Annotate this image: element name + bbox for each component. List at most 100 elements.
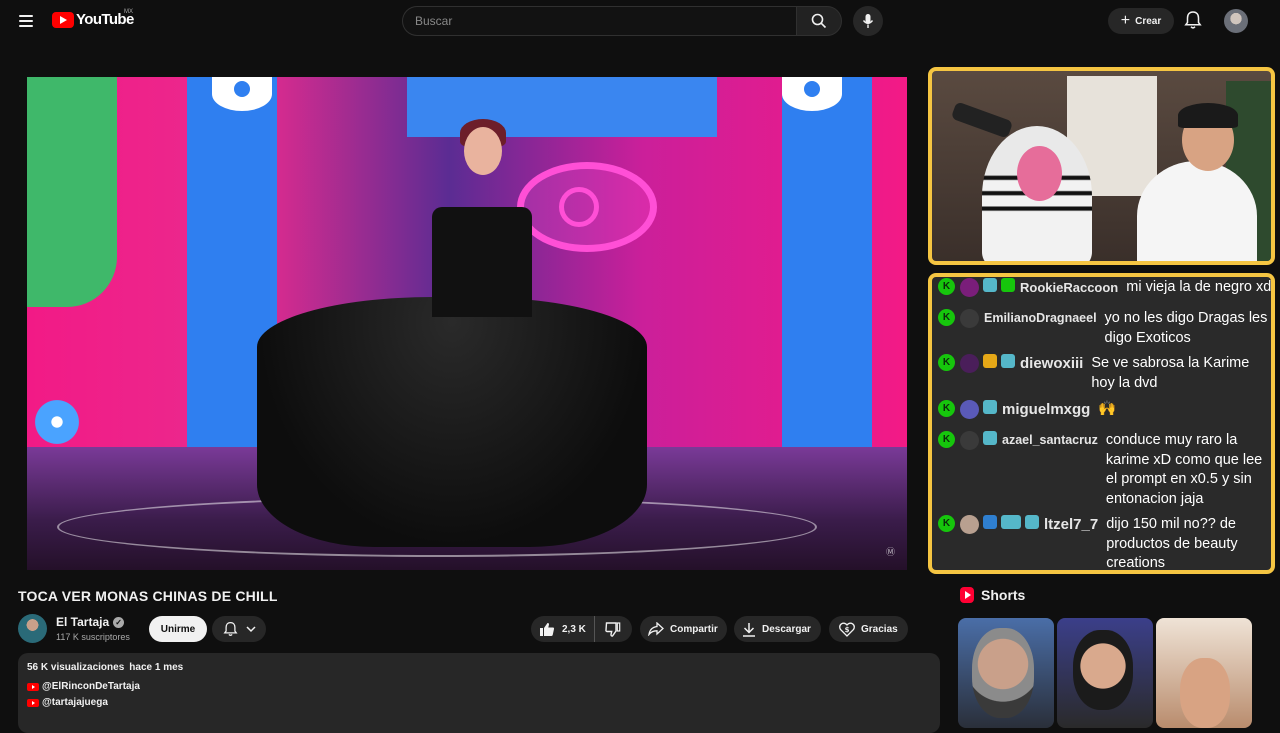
plus-icon: +	[1120, 12, 1131, 29]
thumbs-up-icon	[540, 622, 555, 636]
bell-icon	[222, 621, 238, 636]
description-link-label: @tartajajuega	[42, 697, 108, 708]
hammer-badge-icon	[983, 515, 997, 529]
subscriber-badge-icon	[1025, 515, 1039, 529]
chat-message: K ltzel7_7 dijo 150 mil no?? de producto…	[938, 515, 1271, 571]
download-button[interactable]: Descargar	[734, 616, 821, 642]
account-avatar[interactable]	[1224, 9, 1248, 33]
share-button[interactable]: Compartir	[640, 616, 727, 642]
chat-username: ltzel7_7	[1044, 516, 1099, 533]
menu-icon[interactable]	[12, 8, 40, 34]
download-icon	[743, 622, 755, 637]
stage-arch	[407, 77, 717, 137]
gift-badge-icon	[1001, 278, 1015, 292]
chat-text: mi vieja la de negro xd	[1126, 279, 1272, 295]
broadcast-watermark: Ⓜ︎	[885, 547, 895, 557]
description-link-label: @ElRinconDeTartaja	[42, 681, 140, 692]
share-label: Compartir	[670, 623, 718, 635]
kick-badge-icon: K	[938, 309, 955, 326]
webcam-view	[928, 67, 1275, 265]
kick-badge-icon: K	[938, 278, 955, 295]
channel-avatar[interactable]	[18, 614, 47, 643]
voice-search-button[interactable]	[853, 6, 883, 36]
chat-message: K RookieRaccoon mi vieja la de negro xd	[938, 278, 1272, 298]
search-bar	[402, 6, 842, 36]
upload-age: hace 1 mes	[129, 662, 184, 673]
cam-microphone	[950, 101, 1014, 139]
chat-text: 🙌	[1098, 401, 1117, 417]
subscriber-badge-icon	[983, 431, 997, 445]
chat-username: diewoxiii	[1020, 355, 1084, 372]
thanks-button[interactable]: $ Gracias	[829, 616, 908, 642]
chat-avatar	[960, 400, 979, 419]
stage-pillar-right	[782, 77, 872, 467]
description-meta: 56 K visualizaciones hace 1 mes	[27, 662, 931, 673]
description-link[interactable]: @ElRinconDeTartaja	[27, 681, 931, 692]
youtube-play-icon	[52, 11, 74, 28]
youtube-mini-icon	[27, 682, 39, 691]
chat-avatar	[960, 515, 979, 534]
host-dress-body	[432, 207, 532, 317]
kick-badge-icon: K	[938, 354, 955, 371]
like-dislike-group: 2,3 K	[531, 616, 632, 642]
chat-avatar	[960, 309, 979, 328]
decor-eye-left	[212, 77, 272, 111]
chat-username: RookieRaccoon	[1020, 280, 1119, 295]
download-label: Descargar	[762, 623, 811, 635]
chat-text: conduce muy raro la karime xD como que l…	[1105, 432, 1263, 507]
decor-eye-right	[782, 77, 842, 111]
chat-message: K diewoxiii Se ve sabrosa la Karime hoy …	[938, 354, 1261, 393]
short-thumbnail[interactable]	[1057, 618, 1153, 728]
shorts-title: Shorts	[981, 587, 1026, 603]
kick-badge-icon: K	[938, 431, 955, 448]
cam-hair-right	[1178, 103, 1238, 128]
create-button[interactable]: + Crear	[1108, 8, 1174, 34]
kick-badge-icon: K	[938, 515, 955, 532]
top-bar: YouTube MX + Crear	[0, 0, 1280, 42]
chat-username: azael_santacruz	[1002, 433, 1098, 447]
cam-face-left	[1017, 146, 1062, 201]
subscriber-count: 117 K suscriptores	[56, 632, 130, 642]
shorts-icon	[960, 587, 974, 603]
description-link[interactable]: @tartajajuega	[27, 697, 931, 708]
subscriber-badge-icon	[983, 400, 997, 414]
short-thumbnail[interactable]	[1156, 618, 1252, 728]
notifications-button[interactable]	[1184, 10, 1202, 35]
search-input[interactable]	[402, 6, 796, 36]
kick-badge-icon: K	[938, 400, 955, 417]
search-button[interactable]	[796, 6, 842, 36]
bell-icon	[1184, 11, 1202, 29]
channel-name: El Tartaja	[56, 615, 110, 629]
thumbs-down-icon	[605, 621, 621, 637]
subscriber-badge-icon	[983, 278, 997, 292]
search-icon	[811, 13, 827, 29]
chat-text: yo no les digo Dragas les digo Exoticos	[1104, 310, 1268, 346]
view-count: 56 K visualizaciones	[27, 662, 125, 673]
create-label: Crear	[1135, 15, 1162, 27]
subscriber-badge-icon	[1001, 354, 1015, 368]
crown-badge-icon	[983, 354, 997, 368]
cam-person-right	[1137, 161, 1257, 261]
country-code: MX	[124, 9, 133, 15]
like-button[interactable]: 2,3 K	[531, 616, 595, 642]
thanks-label: Gracias	[861, 623, 898, 635]
verified-icon: ✓	[113, 616, 125, 628]
dislike-button[interactable]	[595, 616, 632, 642]
channel-name-link[interactable]: El Tartaja ✓	[56, 615, 125, 629]
host-head	[464, 127, 502, 175]
youtube-mini-icon	[27, 698, 39, 707]
chat-username: EmilianoDragnaeel	[984, 311, 1097, 325]
video-player[interactable]: Ⓜ︎	[27, 77, 907, 570]
channel-notifications-button[interactable]	[212, 616, 266, 642]
join-button[interactable]: Unirme	[149, 616, 207, 642]
youtube-logo[interactable]: YouTube	[52, 11, 134, 28]
chevron-down-icon	[245, 625, 256, 632]
description-box[interactable]: 56 K visualizaciones hace 1 mes @ElRinco…	[18, 653, 940, 733]
microphone-icon	[862, 14, 874, 28]
shorts-header: Shorts	[960, 587, 1025, 603]
chat-message: K miguelmxgg 🙌	[938, 400, 1116, 420]
chat-text: dijo 150 mil no?? de productos de beauty…	[1106, 516, 1238, 571]
short-thumbnail[interactable]	[958, 618, 1054, 728]
svg-text:$: $	[845, 626, 850, 634]
chat-message: K EmilianoDragnaeel yo no les digo Draga…	[938, 309, 1270, 348]
